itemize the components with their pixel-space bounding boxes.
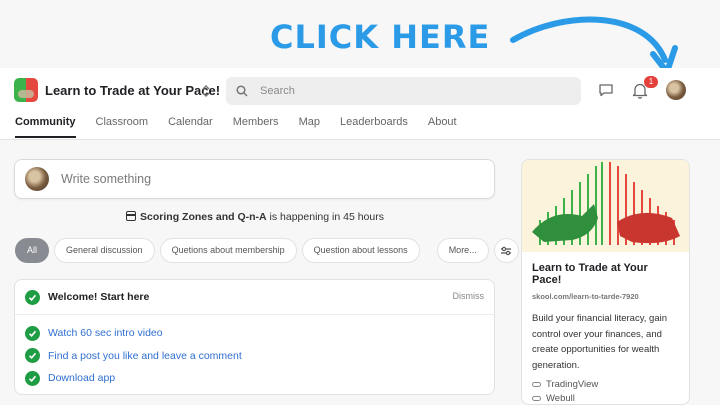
about-link-label[interactable]: TradingView: [546, 379, 598, 390]
tab-members[interactable]: Members: [233, 116, 279, 138]
community-logo: [14, 78, 38, 102]
tab-about[interactable]: About: [428, 116, 457, 138]
task-link[interactable]: Find a post you like and leave a comment: [48, 350, 242, 362]
list-item[interactable]: Find a post you like and leave a comment: [15, 345, 494, 368]
link-icon: [532, 382, 541, 387]
chip-question-about-lessons[interactable]: Question about lessons: [301, 238, 420, 263]
welcome-checklist-card: Welcome! Start here Dismiss Watch 60 sec…: [14, 279, 495, 395]
sliders-icon: [501, 246, 512, 255]
about-link-webull[interactable]: Webull: [532, 393, 679, 404]
filter-button[interactable]: [493, 238, 519, 263]
event-name: Scoring Zones and Q-n-A: [140, 211, 267, 223]
task-link[interactable]: Watch 60 sec intro video: [48, 327, 163, 339]
tab-map[interactable]: Map: [299, 116, 320, 138]
community-switcher[interactable]: Learn to Trade at Your Pace!: [14, 78, 220, 102]
search-icon: [236, 85, 248, 97]
chat-icon[interactable]: [598, 83, 614, 97]
search-bar[interactable]: [226, 77, 581, 105]
tab-classroom[interactable]: Classroom: [96, 116, 149, 138]
top-header: Learn to Trade at Your Pace! 1 Community…: [0, 68, 720, 140]
about-community-card: Learn to Trade at Your Pace! skool.com/l…: [521, 159, 690, 405]
dismiss-button[interactable]: Dismiss: [453, 291, 485, 301]
chip-questions-about-membership[interactable]: Quetions about membership: [159, 238, 297, 263]
check-circle-icon: [25, 289, 40, 305]
upcoming-event-notice[interactable]: Scoring Zones and Q-n-A is happening in …: [0, 211, 510, 223]
about-link-tradingview[interactable]: TradingView: [532, 379, 679, 390]
event-time: is happening in 45 hours: [266, 211, 384, 223]
bull-bear-cover-image: [522, 160, 689, 252]
chip-all[interactable]: All: [15, 238, 50, 263]
composer-avatar: [25, 167, 49, 191]
link-icon: [532, 396, 541, 401]
about-title: Learn to Trade at Your Pace!: [532, 262, 648, 286]
welcome-header: Welcome! Start here Dismiss: [15, 280, 494, 315]
category-filter-chips: All General discussion Quetions about me…: [15, 238, 519, 263]
task-list: Watch 60 sec intro video Find a post you…: [15, 315, 494, 390]
tab-community[interactable]: Community: [15, 116, 76, 138]
community-name: Learn to Trade at Your Pace!: [45, 82, 221, 98]
about-link-label[interactable]: Webull: [546, 393, 575, 404]
post-composer[interactable]: Write something: [14, 159, 495, 199]
welcome-title: Welcome! Start here: [48, 291, 150, 303]
composer-placeholder: Write something: [61, 172, 152, 186]
chevron-up-down-icon[interactable]: [200, 82, 212, 100]
calendar-icon: [126, 211, 137, 221]
user-avatar[interactable]: [666, 80, 686, 100]
tab-calendar[interactable]: Calendar: [168, 116, 213, 138]
list-item[interactable]: Watch 60 sec intro video: [15, 322, 494, 345]
about-description: Build your financial literacy, gain cont…: [532, 313, 668, 371]
about-url[interactable]: skool.com/learn-to-tarde-7920: [532, 292, 679, 301]
check-circle-icon: [25, 370, 40, 386]
chip-general-discussion[interactable]: General discussion: [54, 238, 155, 263]
task-link[interactable]: Download app: [48, 372, 115, 384]
check-circle-icon: [25, 348, 40, 364]
list-item[interactable]: Download app: [15, 367, 494, 390]
community-tabs: Community Classroom Calendar Members Map…: [15, 116, 477, 138]
click-here-annotation: CLICK HERE: [270, 18, 491, 56]
tab-leaderboards[interactable]: Leaderboards: [340, 116, 408, 138]
notification-badge: 1: [644, 76, 658, 88]
search-input[interactable]: [260, 85, 540, 97]
chip-more[interactable]: More...: [436, 238, 489, 263]
check-circle-icon: [25, 325, 40, 341]
